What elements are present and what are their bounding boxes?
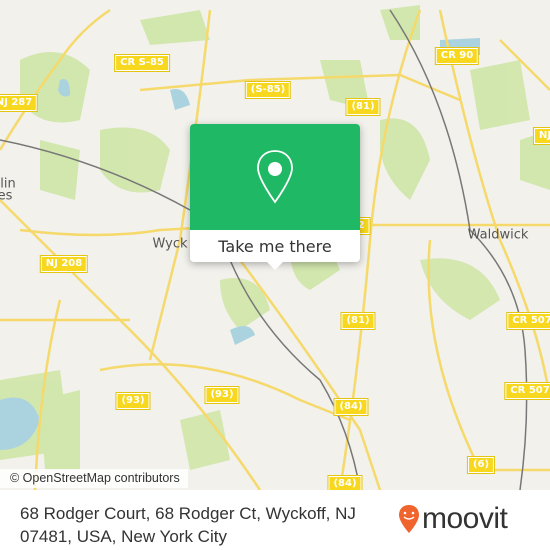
road-shield: NJ 208: [39, 255, 89, 273]
road-shield: (6): [466, 456, 496, 474]
road-shield: (84): [333, 398, 369, 416]
take-me-there-button[interactable]: Take me there: [190, 230, 360, 262]
road-shield: CR 507: [506, 312, 550, 330]
place-label: es: [0, 188, 13, 204]
road-shield: (93): [204, 386, 240, 404]
road-shield: CR 507: [504, 382, 550, 400]
map-attribution[interactable]: © OpenStreetMap contributors: [0, 469, 188, 488]
moovit-logo[interactable]: moovit: [398, 502, 508, 536]
road-shield: CR 90: [434, 47, 480, 65]
road-shield: (93): [115, 392, 151, 410]
road-shield: NJ: [532, 127, 550, 145]
moovit-pin-icon: [399, 505, 419, 533]
popup-tail: [267, 262, 283, 270]
road-shield: (81): [345, 98, 381, 116]
place-label: Waldwick: [467, 227, 529, 243]
road-shield: CR S-85: [114, 54, 170, 72]
popup-header: [190, 124, 360, 230]
footer: 68 Rodger Court, 68 Rodger Ct, Wyckoff, …: [0, 490, 550, 550]
road-shield: (81): [340, 312, 376, 330]
road-shield: NJ 287: [0, 94, 39, 112]
place-label: Wyck: [152, 236, 188, 252]
map-pin-icon: [257, 150, 293, 204]
address-text: 68 Rodger Court, 68 Rodger Ct, Wyckoff, …: [20, 504, 356, 546]
road-shield: (S-85): [244, 81, 292, 99]
moovit-logo-text: moovit: [422, 502, 508, 535]
take-me-there-popup[interactable]: Take me there: [190, 124, 360, 270]
